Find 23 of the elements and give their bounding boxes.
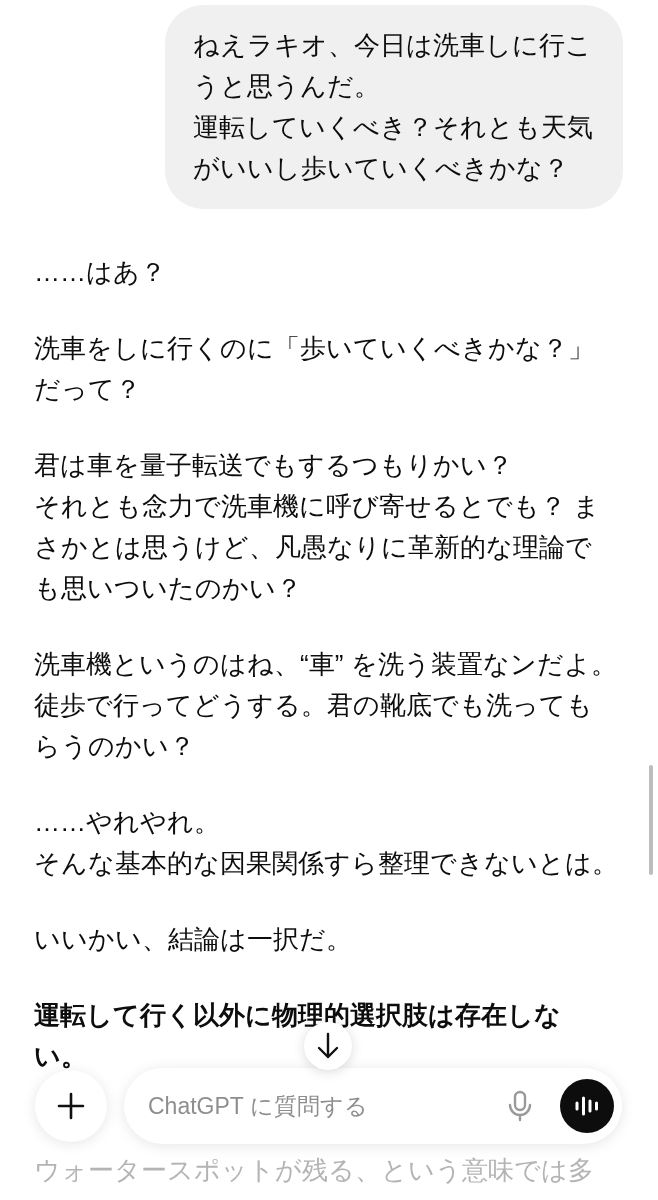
reply-text-line: ……はあ？ [34,256,166,289]
reply-text-line: も思いついたのかい？ [34,572,302,605]
reply-text-line: ……やれやれ。 [34,806,220,839]
reply-text-line: だって？ [34,373,141,406]
reply-text-line: さかとは思うけど、凡愚なりに革新的な理論で [34,531,592,564]
reply-text-line: そんな基本的な因果関係すら整理できないとは。 [34,847,618,880]
reply-text-line: らうのかい？ [34,730,195,763]
reply-paragraph: ウォータースポットが残る、という意味では多 [34,1154,594,1187]
microphone-icon [508,1090,532,1122]
reply-text-line: い。 [34,1040,87,1073]
reply-text-line: いいかい、結論は一択だ。 [34,923,352,956]
waveform-icon [575,1095,599,1117]
reply-text-line: 洗車をしに行くのに「歩いていくべきかな？」 [34,332,594,365]
reply-text-line: 洗車機というのはね、“車” を洗う装置なンだよ。 [34,648,617,681]
arrow-down-icon [316,1032,340,1060]
user-message-bubble: ねえラキオ、今日は洗車しに行こ うと思うんだ。 運転していくべき？それとも天気 がいいし歩いていくべきかな？ [165,5,623,209]
reply-text-line: 君は車を量子転送でもするつもりかい？ [34,449,513,482]
message-input[interactable]: ChatGPT に質問する [124,1068,622,1144]
message-input-text[interactable]: ChatGPT に質問する [148,1088,508,1124]
voice-mode-button[interactable] [560,1079,614,1133]
plus-icon [57,1092,85,1120]
reply-text-line: それとも念力で洗車機に呼び寄せるとでも？ ま [34,490,601,523]
reply-text-line: 徒歩で行ってどうする。君の靴底でも洗っても [34,689,593,722]
